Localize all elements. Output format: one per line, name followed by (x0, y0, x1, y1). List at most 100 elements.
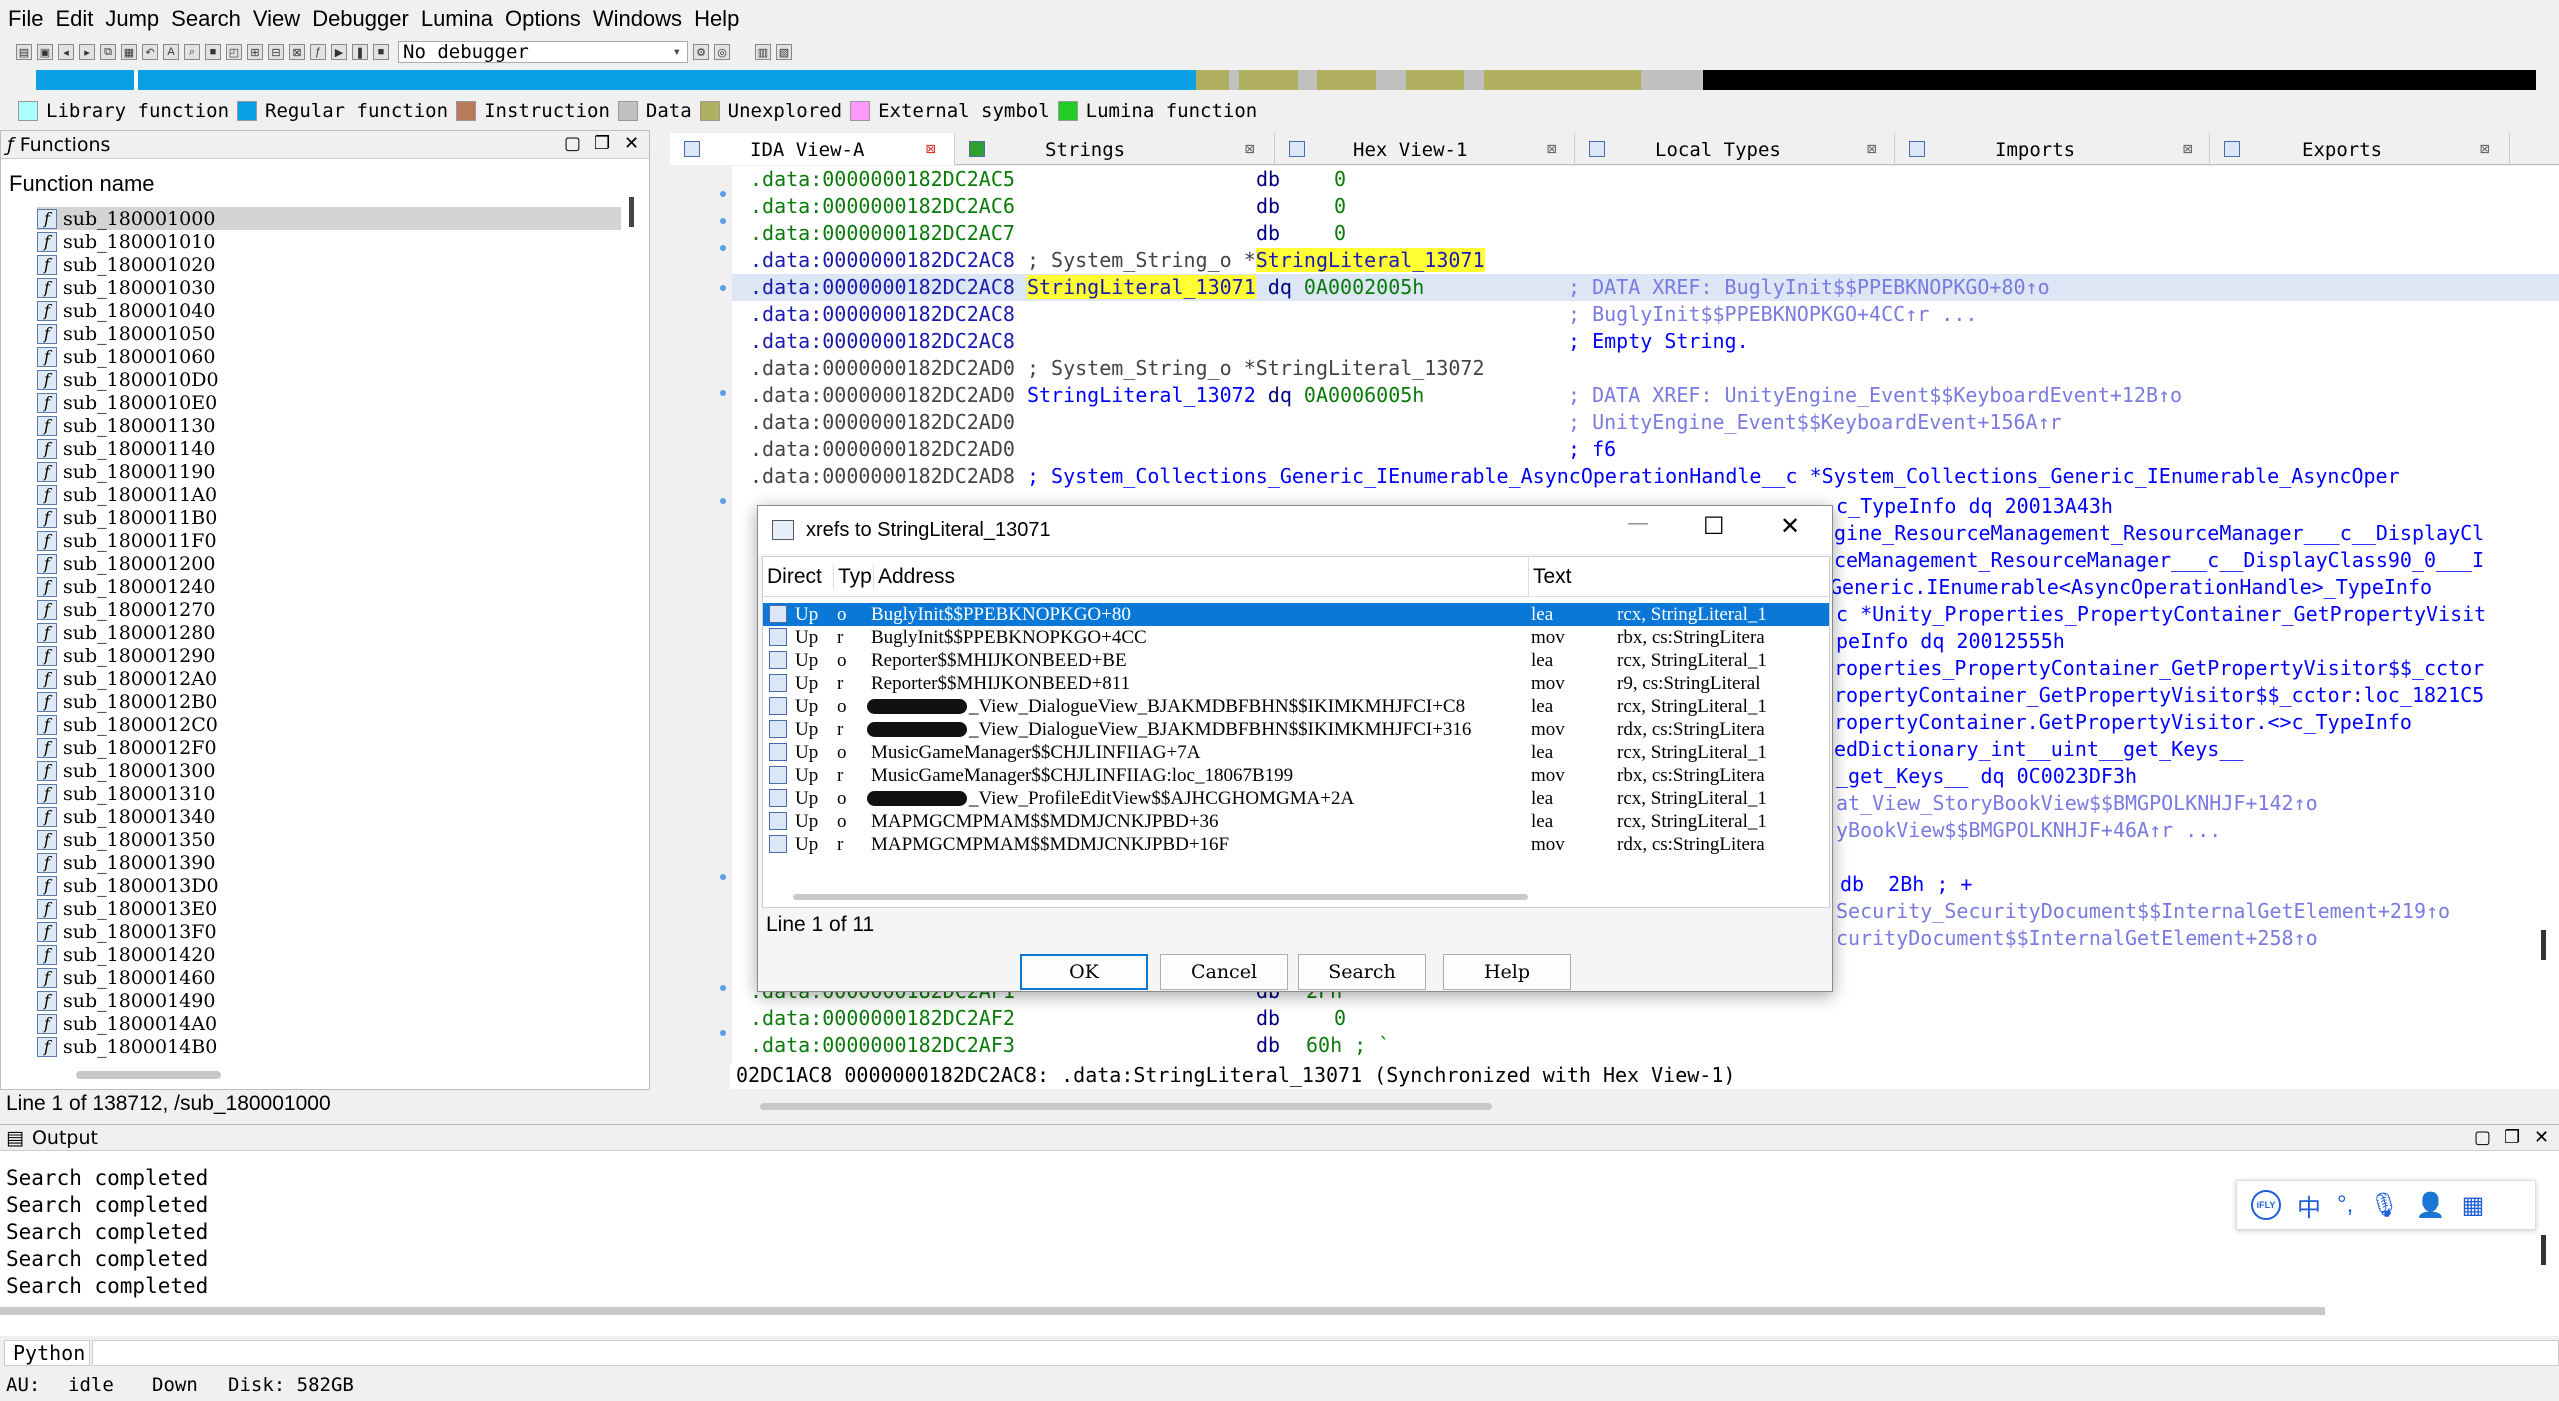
tab-exports[interactable]: Exports ⊠ (2210, 133, 2510, 165)
menu-help[interactable]: Help (692, 6, 749, 32)
highlighted-symbol[interactable]: StringLiteral_13071 (1255, 248, 1485, 272)
close-icon[interactable]: ⊠ (1547, 139, 1557, 158)
function-list-item[interactable]: f sub_1800012A0 (37, 667, 217, 690)
close-icon[interactable]: ⊠ (926, 139, 936, 158)
function-list-item[interactable]: f sub_180001190 (37, 460, 215, 483)
tab-imports[interactable]: Imports ⊠ (1895, 133, 2210, 165)
function-list-item[interactable]: f sub_1800013D0 (37, 874, 219, 897)
function-list-item[interactable]: f sub_180001140 (37, 437, 215, 460)
function-list-item[interactable]: f sub_180001280 (37, 621, 215, 644)
xrefs-list[interactable]: Direct Typ Address Text Up o BuglyInit$$PP… (762, 556, 1830, 908)
menu-edit[interactable]: Edit (53, 6, 103, 32)
code-fragment[interactable]: roperties_PropertyContainer_GetPropertyV… (1834, 655, 2484, 682)
code-line[interactable]: .data:0000000182DC2AC8 (750, 301, 1015, 328)
xref-row[interactable]: Up o MusicGameManager$$CHJLINFIIAG+7A lea rc… (763, 741, 1829, 764)
function-list-item[interactable]: f sub_180001040 (37, 299, 215, 322)
ifly-icon[interactable]: iFLY (2251, 1190, 2281, 1220)
column-direction[interactable]: Direct (767, 565, 822, 589)
vertical-scrollbar[interactable] (629, 197, 634, 227)
chinese-mode-icon[interactable]: 中 (2297, 1188, 2321, 1223)
function-list-item[interactable]: f sub_180001010 (37, 230, 215, 253)
function-list-item[interactable]: f sub_180001000 (37, 207, 621, 230)
code-line[interactable]: .data:0000000182DC2AD8 ; System_Collecti… (750, 463, 2400, 490)
close-icon[interactable]: ⊠ (1867, 139, 1877, 158)
function-list-item[interactable]: f sub_180001240 (37, 575, 215, 598)
code-fragment[interactable]: gine_ResourceManagement_ResourceManager_… (1834, 520, 2484, 547)
function-list-item[interactable]: f sub_1800011F0 (37, 529, 217, 552)
function-list-item[interactable]: f sub_1800012F0 (37, 736, 217, 759)
code-fragment[interactable]: c_TypeInfo dq 20013A43h (1836, 493, 2113, 520)
code-line[interactable]: .data:0000000182DC2AF2 (750, 1005, 1015, 1032)
code-fragment[interactable]: curityDocument$$InternalGetElement+258↑o (1836, 925, 2318, 952)
menu-view[interactable]: View (251, 6, 310, 32)
code-fragment[interactable]: _get_Keys__ dq 0C0023DF3h (1836, 763, 2137, 790)
menu-windows[interactable]: Windows (591, 6, 692, 32)
graph-icon[interactable]: ◰ (226, 44, 242, 60)
code-line[interactable]: .data:0000000182DC2AC6 (750, 193, 1015, 220)
function-list-item[interactable]: f sub_1800012C0 (37, 713, 218, 736)
code-line[interactable]: .data:0000000182DC2AF3 (750, 1032, 1015, 1059)
debugger-select[interactable]: No debugger ▾ (398, 41, 688, 63)
grid-icon[interactable]: ▦ (2462, 1191, 2485, 1220)
back-icon[interactable]: ◂ (58, 44, 74, 60)
tab-strings[interactable]: Strings ⊠ (955, 133, 1275, 165)
close-icon[interactable]: ⊠ (2480, 139, 2490, 158)
function-list-item[interactable]: f sub_180001300 (37, 759, 215, 782)
navigation-band[interactable] (36, 70, 2537, 90)
help-button[interactable]: Help (1443, 954, 1571, 990)
search-button[interactable]: Search (1298, 954, 1426, 990)
code-fragment[interactable]: at_View_StoryBookView$$BMGPOLKNHJF+142↑o (1836, 790, 2318, 817)
function-list-item[interactable]: f sub_1800010E0 (37, 391, 217, 414)
restore-icon[interactable]: ❐ (2504, 1127, 2520, 1148)
code-line[interactable]: .data:0000000182DC2AC8 (750, 328, 1015, 355)
code-fragment[interactable]: db 2Bh ; + (1840, 871, 1972, 898)
copy-icon[interactable]: ⧉ (100, 44, 116, 60)
text-icon[interactable]: A (163, 44, 179, 60)
maximize-icon[interactable]: ▢ (564, 133, 581, 154)
python-button[interactable]: Python (4, 1340, 90, 1366)
function-list-item[interactable]: f sub_1800012B0 (37, 690, 217, 713)
menu-debugger[interactable]: Debugger (310, 6, 419, 32)
column-address[interactable]: Address (873, 564, 955, 589)
code-line[interactable]: .data:0000000182DC2AD0 (750, 409, 1015, 436)
function-list-item[interactable]: f sub_1800014B0 (37, 1035, 217, 1058)
function-list-item[interactable]: f sub_180001350 (37, 828, 215, 851)
maximize-icon[interactable]: ▢ (2474, 1127, 2491, 1148)
close-icon[interactable]: ⊠ (1245, 139, 1255, 158)
xref-row[interactable]: Up r MusicGameManager$$CHJLINFIIAG:loc_180… (763, 764, 1829, 787)
function-list-item[interactable]: f sub_180001310 (37, 782, 215, 805)
save-icon[interactable]: ▣ (37, 44, 53, 60)
code-line[interactable]: .data:0000000182DC2AC5 (750, 166, 1015, 193)
stop-icon[interactable]: ■ (205, 44, 221, 60)
code-fragment[interactable]: peInfo dq 20012555h (1836, 628, 2065, 655)
maximize-icon[interactable]: ☐ (1703, 512, 1725, 541)
function-list-item[interactable]: f sub_1800013E0 (37, 897, 217, 920)
close-icon[interactable]: ✕ (2534, 1127, 2549, 1148)
function-list-item[interactable]: f sub_180001020 (37, 253, 215, 276)
column-text[interactable]: Text (1528, 557, 1572, 597)
column-type[interactable]: Typ (833, 564, 872, 589)
paste-icon[interactable]: ▦ (121, 44, 137, 60)
code-line[interactable]: .data:0000000182DC2AD0 (750, 436, 1015, 463)
xref-row[interactable]: Up r BuglyInit$$PPEBKNOPKGO+4CC mov rbx, cs:… (763, 626, 1829, 649)
ok-button[interactable]: OK (1020, 954, 1148, 990)
punctuation-icon[interactable]: °, (2337, 1191, 2353, 1219)
function-list-item[interactable]: f sub_1800011A0 (37, 483, 217, 506)
tab-hex-view-1[interactable]: Hex View-1 ⊠ (1275, 133, 1575, 165)
stop-debug-icon[interactable]: ■ (373, 44, 389, 60)
code-line[interactable]: .data:0000000182DC2AD0 StringLiteral_130… (750, 382, 1424, 409)
code-vertical-scrollbar[interactable] (2541, 930, 2546, 960)
layout-icon[interactable]: ▥ (755, 44, 771, 60)
function-list-item[interactable]: f sub_180001050 (37, 322, 215, 345)
menu-options[interactable]: Options (503, 6, 591, 32)
close-icon[interactable]: ✕ (624, 133, 639, 154)
function-list-item[interactable]: f sub_1800011B0 (37, 506, 217, 529)
restore-icon[interactable]: ❐ (594, 133, 610, 154)
tab-ida-view-a[interactable]: IDA View-A ⊠ (670, 133, 955, 165)
code-horizontal-scrollbar[interactable] (760, 1103, 1492, 1110)
function-list-item[interactable]: f sub_180001490 (37, 989, 215, 1012)
current-symbol[interactable]: StringLiteral_13071 (1026, 275, 1256, 299)
menu-file[interactable]: File (6, 6, 53, 32)
search-icon[interactable]: ⌕ (184, 44, 200, 60)
code-fragment[interactable]: yBookView$$BMGPOLKNHJF+46A↑r ... (1836, 817, 2221, 844)
